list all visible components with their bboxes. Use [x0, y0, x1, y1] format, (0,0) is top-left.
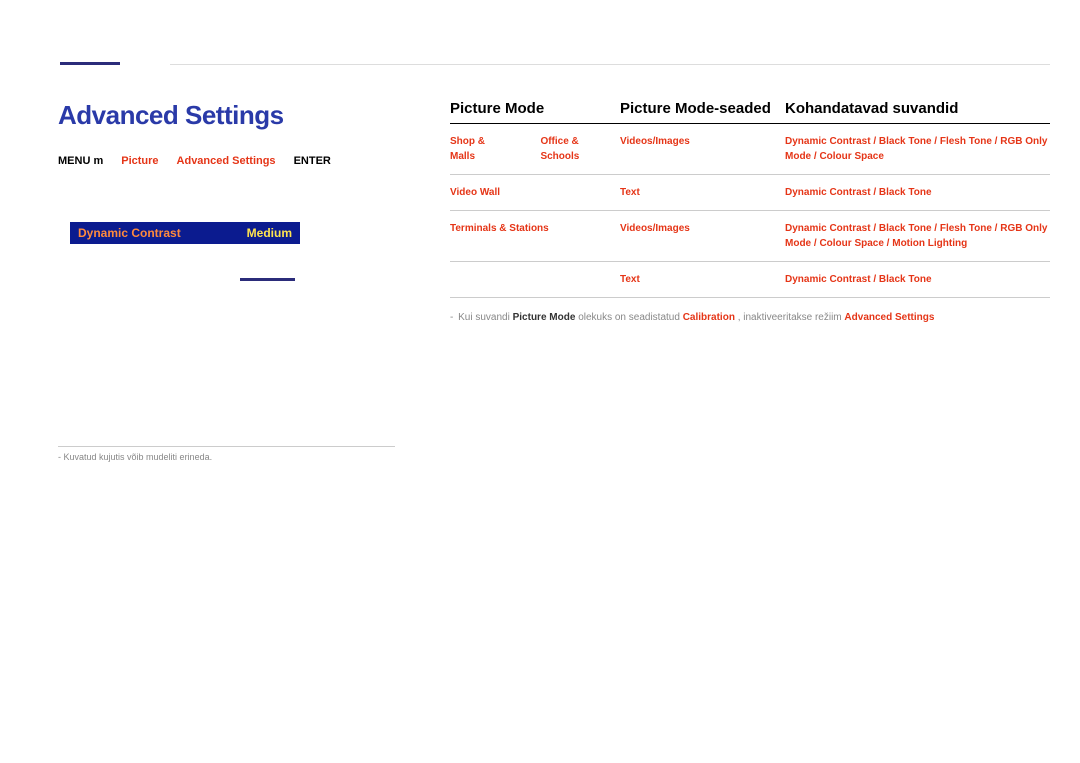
- table-row: Shop & Malls Office & Schools Videos/Ima…: [450, 124, 1050, 175]
- cell-c1b: Office & Schools: [540, 134, 620, 164]
- cell-c3: Dynamic Contrast / Black Tone / Flesh To…: [785, 221, 1050, 251]
- setting-row-dynamic-contrast[interactable]: Dynamic Contrast Medium: [70, 222, 300, 244]
- note-text-2: olekuks on seadistatud: [578, 312, 683, 323]
- setting-label: Dynamic Contrast: [78, 226, 181, 240]
- cell-c2: Videos/Images: [620, 134, 785, 164]
- note-picture-mode: Picture Mode: [513, 312, 576, 323]
- note-text-1: Kui suvandi: [458, 312, 512, 323]
- accent-bar: [60, 62, 120, 65]
- cell-c1a: Video Wall: [450, 185, 500, 200]
- table-body: Shop & Malls Office & Schools Videos/Ima…: [450, 124, 1050, 298]
- horizontal-rule-left: [58, 446, 395, 447]
- cell-c2: Text: [620, 272, 785, 287]
- table-note: - Kui suvandi Picture Mode olekuks on se…: [450, 312, 1050, 323]
- breadcrumb-advanced: Advanced Settings: [177, 155, 276, 167]
- cell-c2: Text: [620, 185, 785, 200]
- breadcrumb-picture: Picture: [121, 155, 158, 167]
- breadcrumb-menu: MENU m: [58, 155, 103, 167]
- breadcrumb: MENU m Picture Advanced Settings ENTER: [58, 155, 331, 167]
- cell-c3: Dynamic Contrast / Black Tone: [785, 185, 1050, 200]
- table-row: Terminals & Stations Videos/Images Dynam…: [450, 211, 1050, 262]
- table-row: Text Dynamic Contrast / Black Tone: [450, 262, 1050, 298]
- table-row: Video Wall Text Dynamic Contrast / Black…: [450, 175, 1050, 211]
- accent-bar-small: [240, 278, 295, 281]
- cell-c1a: Terminals & Stations: [450, 221, 549, 251]
- cell-c1a: Shop & Malls: [450, 134, 512, 164]
- cell-c3: Dynamic Contrast / Black Tone: [785, 272, 1050, 287]
- settings-table: Picture Mode Picture Mode-seaded Kohanda…: [450, 100, 1050, 323]
- th-picture-mode: Picture Mode: [450, 100, 620, 117]
- page-title: Advanced Settings: [58, 100, 284, 131]
- footnote-left: - Kuvatud kujutis võib mudeliti erineda.: [58, 452, 212, 462]
- note-text-3: , inaktiveeritakse režiim: [738, 312, 845, 323]
- th-customizable: Kohandatavad suvandid: [785, 100, 1050, 117]
- table-header: Picture Mode Picture Mode-seaded Kohanda…: [450, 100, 1050, 124]
- cell-c3: Dynamic Contrast / Black Tone / Flesh To…: [785, 134, 1050, 164]
- setting-value: Medium: [247, 226, 292, 240]
- th-picture-mode-seaded: Picture Mode-seaded: [620, 100, 785, 117]
- cell-c2: Videos/Images: [620, 221, 785, 251]
- bullet-icon: -: [450, 312, 453, 323]
- note-advanced-settings: Advanced Settings: [844, 312, 934, 323]
- horizontal-rule: [170, 64, 1050, 65]
- breadcrumb-enter: ENTER: [294, 155, 331, 167]
- note-calibration: Calibration: [683, 312, 735, 323]
